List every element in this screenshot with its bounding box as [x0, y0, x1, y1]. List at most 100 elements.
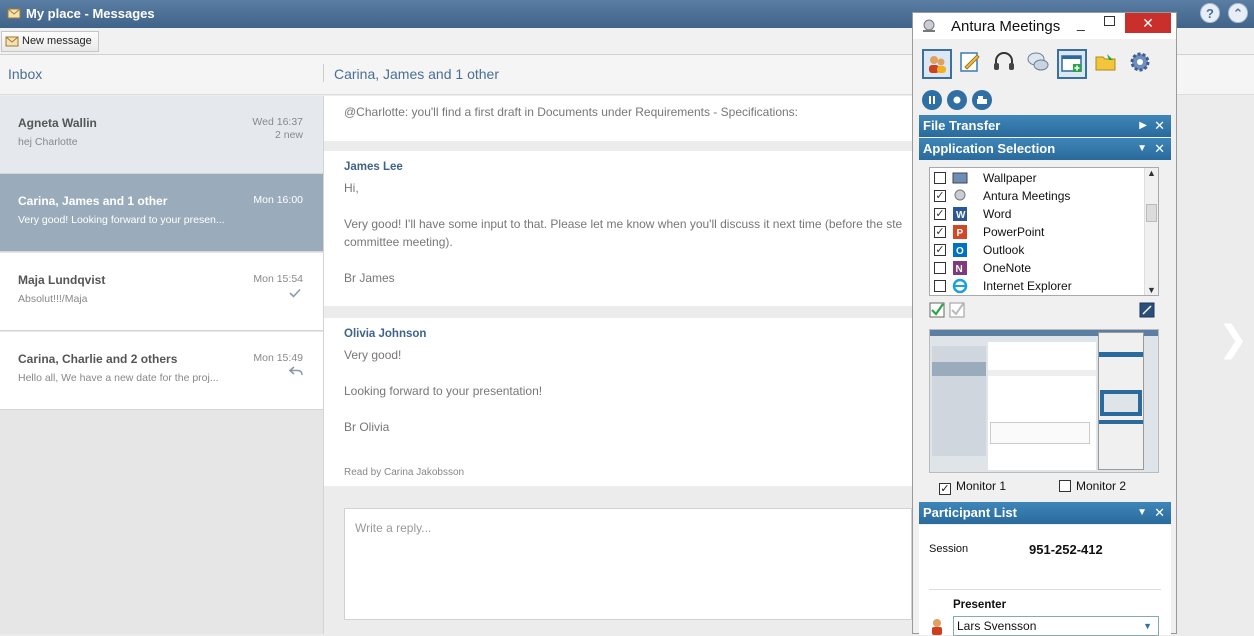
app-checkbox[interactable]: [934, 172, 946, 184]
app-row-antura[interactable]: ✓ Antura Meetings: [934, 187, 1146, 205]
message-line: committee meeting).: [344, 235, 453, 249]
reply-placeholder: Write a reply...: [355, 521, 432, 535]
thread-name: Maja Lundqvist: [18, 273, 106, 287]
app-row-word[interactable]: ✓ W Word: [934, 205, 1146, 223]
divider: [929, 589, 1161, 590]
pause-button[interactable]: [922, 90, 942, 110]
scroll-down-icon[interactable]: ▼: [1147, 285, 1156, 295]
participant-list-header[interactable]: Participant List ▼ ✕: [919, 502, 1171, 524]
record-button[interactable]: [947, 90, 967, 110]
wallpaper-icon: [952, 172, 968, 184]
next-arrow-icon[interactable]: ❯: [1218, 318, 1248, 360]
help-button[interactable]: ?: [1200, 3, 1220, 23]
svg-text:O: O: [956, 246, 964, 257]
collapse-arrow-icon[interactable]: ▼: [1137, 138, 1147, 160]
select-all-icon[interactable]: [929, 302, 945, 318]
new-message-label: New message: [22, 35, 92, 47]
meetings-panel: Antura Meetings _ ✕ File Transfer ▶ ✕ Ap…: [912, 12, 1177, 636]
meetings-title: Antura Meetings: [951, 18, 1061, 35]
app-list-scrollbar[interactable]: ▲ ▼: [1144, 168, 1158, 295]
file-transfer-header[interactable]: File Transfer ▶ ✕: [919, 115, 1171, 137]
ie-icon: [952, 278, 968, 294]
thread-name: Carina, James and 1 other: [18, 194, 168, 208]
record-icon: [953, 96, 961, 104]
new-count-badge: 2 new: [274, 129, 303, 141]
scrollbar-thumb[interactable]: [1146, 204, 1157, 222]
thread-preview: Hello all, We have a new date for the pr…: [18, 372, 219, 384]
app-checkbox[interactable]: [934, 262, 946, 274]
session-id: 951-252-412: [1029, 542, 1103, 557]
app-checkbox[interactable]: [934, 280, 946, 292]
word-icon: W: [953, 207, 967, 221]
app-name: Wallpaper: [983, 171, 1037, 185]
close-section-icon[interactable]: ✕: [1154, 138, 1165, 160]
window-title: My place - Messages: [26, 6, 155, 21]
app-checkbox[interactable]: ✓: [934, 208, 946, 220]
thread-item[interactable]: Agneta Wallin hej Charlotte Wed 16:37 2 …: [0, 96, 323, 174]
collapse-arrow-icon[interactable]: ▼: [1137, 502, 1147, 524]
presenter-select[interactable]: Lars Svensson ▼: [953, 616, 1159, 636]
checkmark-icon: [289, 288, 301, 298]
reply-input[interactable]: Write a reply...: [344, 508, 912, 620]
participant-list: Session 951-252-412 Presenter Lars Svens…: [919, 525, 1171, 636]
app-checkbox[interactable]: ✓: [934, 244, 946, 256]
settings-tool[interactable]: [1127, 49, 1157, 79]
participants-icon: [929, 56, 946, 73]
presenter-icon: [932, 619, 942, 635]
monitor-checkbox[interactable]: ✓: [939, 483, 951, 495]
thread-item[interactable]: Maja Lundqvist Absolut!!!/Maja Mon 15:54: [0, 253, 323, 331]
chat-tool[interactable]: [1025, 49, 1055, 79]
print-button[interactable]: [972, 90, 992, 110]
audio-tool[interactable]: [991, 49, 1021, 79]
app-checkbox[interactable]: ✓: [934, 190, 946, 202]
message-line: Br Olivia: [344, 420, 390, 434]
folder-icon: [1095, 54, 1116, 71]
app-row-onenote[interactable]: N OneNote: [934, 259, 1146, 277]
participants-tool[interactable]: [922, 49, 952, 79]
app-row-powerpoint[interactable]: ✓ P PowerPoint: [934, 223, 1146, 241]
headset-icon: [994, 52, 1014, 70]
app-name: Antura Meetings: [983, 189, 1071, 203]
expand-arrow-icon[interactable]: ▶: [1139, 115, 1147, 137]
chat-icon: [1027, 52, 1049, 71]
new-message-button[interactable]: New message: [1, 31, 99, 52]
maximize-button[interactable]: [1104, 16, 1115, 26]
app-row-wallpaper[interactable]: Wallpaper: [934, 169, 1146, 187]
close-section-icon[interactable]: ✕: [1154, 502, 1165, 524]
messages-icon: [7, 8, 21, 19]
application-list: Wallpaper ✓ Antura Meetings ✓ W Word ✓ P…: [929, 167, 1159, 296]
monitor-1-option[interactable]: ✓ Monitor 1: [939, 479, 1006, 495]
close-button[interactable]: ✕: [1125, 13, 1171, 33]
close-section-icon[interactable]: ✕: [1154, 115, 1165, 137]
window-picker-icon[interactable]: [1139, 302, 1155, 318]
thread-item[interactable]: Carina, Charlie and 2 others Hello all, …: [0, 332, 323, 410]
select-none-icon[interactable]: [949, 302, 965, 318]
app-name: Word: [983, 207, 1012, 221]
app-row-ie[interactable]: Internet Explorer: [934, 277, 1146, 295]
thread-time: Wed 16:37: [252, 116, 303, 128]
notes-tool[interactable]: [957, 49, 987, 79]
monitor-checkbox[interactable]: [1059, 480, 1071, 492]
scroll-up-icon[interactable]: ▲: [1147, 168, 1156, 178]
svg-text:N: N: [956, 264, 963, 275]
application-selection-header[interactable]: Application Selection ▼ ✕: [919, 138, 1171, 160]
app-row-outlook[interactable]: ✓ O Outlook: [934, 241, 1146, 259]
collapse-button[interactable]: ⌃: [1228, 3, 1248, 23]
folder-tool[interactable]: [1093, 49, 1123, 79]
onenote-icon: N: [953, 261, 967, 275]
message-line: Br James: [344, 271, 395, 285]
monitor-2-option[interactable]: Monitor 2: [1059, 479, 1126, 493]
powerpoint-icon: P: [953, 225, 967, 239]
message-author: James Lee: [344, 161, 403, 173]
file-transfer-title: File Transfer: [923, 118, 1001, 133]
thread-item-selected[interactable]: Carina, James and 1 other Very good! Loo…: [0, 174, 323, 252]
new-message-icon: [5, 36, 19, 47]
minimize-button[interactable]: _: [1077, 15, 1085, 31]
chevron-down-icon: ▼: [1143, 621, 1152, 631]
app-checkbox[interactable]: ✓: [934, 226, 946, 238]
message: @Charlotte: you'll find a first draft in…: [324, 96, 912, 141]
monitor-label: Monitor 1: [956, 479, 1007, 493]
outlook-icon: O: [953, 243, 967, 257]
share-screen-tool[interactable]: [1057, 49, 1087, 79]
header-divider: [323, 64, 324, 82]
